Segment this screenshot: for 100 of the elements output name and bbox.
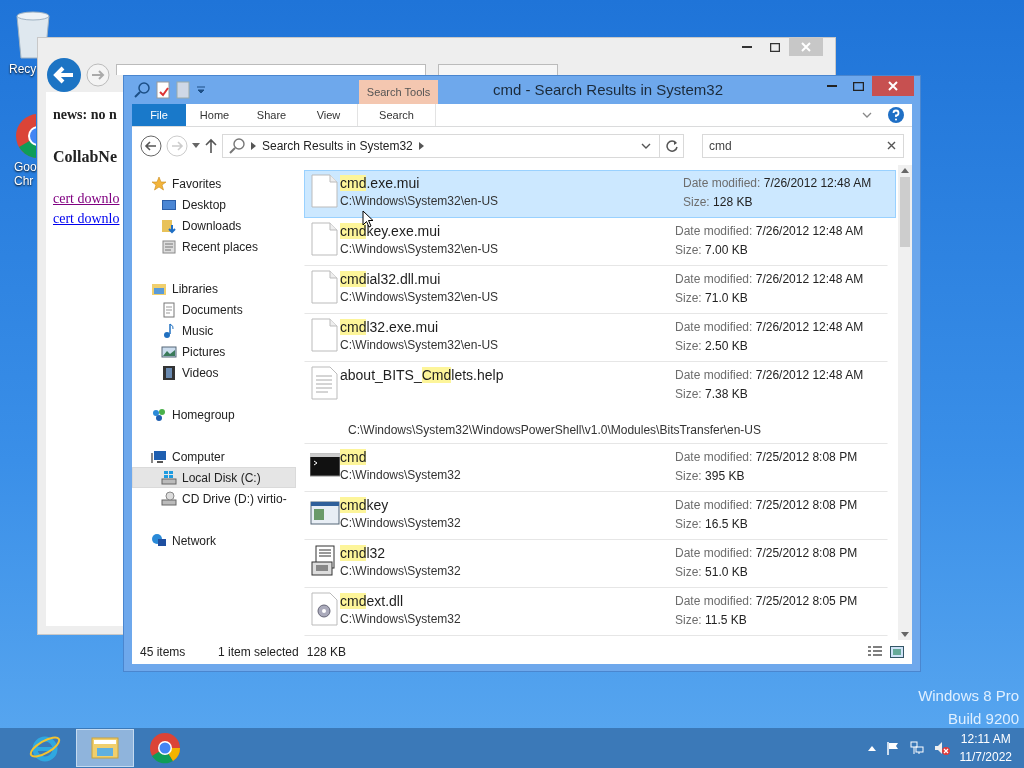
ribbon-tab[interactable]: Home [186,104,243,126]
ribbon-tab[interactable]: Search [357,104,436,126]
network-icon[interactable] [909,741,924,755]
nav-item[interactable]: Favorites [132,173,296,194]
speaker-icon[interactable] [933,741,950,755]
meta-label: Size: [683,195,710,209]
dropdown-icon[interactable] [641,143,651,149]
ribbon-tab[interactable]: View [300,104,357,126]
meta-label: Date modified: [675,498,753,512]
help-icon[interactable] [888,107,904,123]
back-icon[interactable] [46,57,82,93]
date-value: 7/25/2012 8:05 PM [755,594,858,608]
date-value: 7/26/2012 12:48 AM [755,320,864,334]
clock-time[interactable]: 12:11 AM [959,730,1012,748]
back-icon[interactable] [140,135,162,157]
flag-icon[interactable] [885,741,900,755]
file-path: C:\Windows\System32\en-US [340,337,500,354]
dropdown-icon[interactable] [196,85,206,95]
taskbar-button[interactable] [76,729,134,767]
nav-item[interactable]: Libraries [132,278,296,299]
headline: news: no n [53,106,117,124]
ribbon-tab[interactable]: Share [243,104,300,126]
cd-drive-icon [161,490,177,507]
result-item[interactable]: cmdl32 C:\Windows\System32 Date modified: 7/25/2012 8:08 PM Size: 51.0 KB [304,540,888,588]
item-count: 45 items [140,644,187,661]
maximize-icon [770,42,780,52]
meta-label: Date modified: [683,176,761,190]
close-button[interactable] [872,76,914,96]
minimize-icon [826,85,837,87]
expand-ribbon-icon[interactable] [862,112,872,118]
search-icon[interactable] [134,82,150,98]
search-field[interactable]: cmd [702,134,904,158]
minimize-icon [742,46,752,48]
meta-label: Size: [675,387,702,401]
size-value: 128 KB [713,195,753,209]
address-field[interactable] [116,64,426,75]
icon-label: Goo [14,160,37,174]
result-item[interactable]: about_BITS_Cmdlets.help Date modified: 7/26/2012 12:48 AM Size: 7.38 KB C:\Windows\System32\WindowsPowerShell\v1.0\Modules\BitsTransfer\en-US [304,362,888,444]
homegroup-icon [151,406,167,423]
selection-size: 128 KB [306,644,347,661]
meta-label: Size: [675,469,702,483]
result-item[interactable]: cmdl32.exe.mui C:\Windows\System32\en-US Date modified: 7/26/2012 12:48 AM Size: 2.50 KB [304,314,888,362]
nav-item[interactable]: Pictures [132,341,296,362]
tiles-view-icon[interactable] [890,646,904,658]
file-name: cmdkey.exe.mui [340,222,442,241]
breadcrumb[interactable]: Search Results in System32 [262,137,413,155]
nav-item[interactable]: Videos [132,362,296,383]
meta-label: Date modified: [675,546,753,560]
meta-label: Date modified: [675,272,753,286]
link[interactable]: cert downlo [53,189,120,209]
size-value: 2.50 KB [705,339,748,353]
file-icon [310,270,340,304]
scroll-up-icon[interactable] [901,168,909,173]
nav-item[interactable]: CD Drive (D:) virtio- [132,488,296,509]
details-view-icon[interactable] [868,646,882,658]
scroll-down-icon[interactable] [901,632,909,637]
properties-icon[interactable] [156,81,170,99]
nav-item[interactable]: Recent places [132,236,296,257]
file-name: cmdl32 [340,544,387,563]
result-item[interactable]: cmdkey.exe.mui C:\Windows\System32\en-US Date modified: 7/26/2012 12:48 AM Size: 7.00 KB [304,218,888,266]
result-item[interactable]: cmd.exe.mui C:\Windows\System32\en-US Date modified: 7/26/2012 12:48 AM Size: 128 KB [304,170,896,218]
file-name: cmdkey [340,496,390,515]
close-icon[interactable] [887,141,896,150]
nav-item[interactable]: Network [132,530,296,551]
chevron-icon [251,142,256,150]
file-name: cmdial32.dll.mui [340,270,442,289]
address-bar[interactable]: Search Results in System32 [222,134,684,158]
file-name: cmdl32.exe.mui [340,318,440,337]
nav-item[interactable]: Documents [132,299,296,320]
result-item[interactable]: cmdext.dll C:\Windows\System32 Date modified: 7/25/2012 8:05 PM Size: 11.5 KB [304,588,888,636]
nav-item[interactable]: Music [132,320,296,341]
close-icon [801,42,811,52]
result-item[interactable]: cmdkey C:\Windows\System32 Date modified: 7/25/2012 8:08 PM Size: 16.5 KB [304,492,888,540]
edition-text: Build 9200 [947,709,1019,729]
refresh-icon[interactable] [665,140,678,152]
nav-item[interactable]: Homegroup [132,404,296,425]
scroll-thumb[interactable] [900,177,910,247]
clock-date[interactable]: 11/7/2022 [959,748,1012,766]
document-icon [161,238,177,255]
link[interactable]: cert downlo [53,209,120,229]
file-path: C:\Windows\System32\en-US [340,241,500,258]
file-path: C:\Windows\System32\en-US [340,289,500,306]
file-icon [310,222,340,256]
nav-item[interactable]: Local Disk (C:) [132,467,296,488]
meta-label: Date modified: [675,594,753,608]
recent-locations-icon[interactable] [192,143,200,149]
file-menu-button[interactable]: File [132,104,186,126]
nav-item[interactable]: Computer [132,446,296,467]
scrollbar[interactable] [898,165,912,640]
nav-item[interactable]: Desktop [132,194,296,215]
result-item[interactable]: cmd C:\Windows\System32 Date modified: 7/25/2012 8:08 PM Size: 395 KB [304,444,888,492]
result-item[interactable]: cmdial32.dll.mui C:\Windows\System32\en-US Date modified: 7/26/2012 12:48 AM Size: 71.0 KB [304,266,888,314]
nav-item[interactable]: Downloads [132,215,296,236]
up-icon[interactable] [204,138,218,154]
show-hidden-icons-icon[interactable] [867,745,876,751]
meta-label: Size: [675,613,702,627]
date-value: 7/26/2012 12:48 AM [755,368,864,382]
size-value: 71.0 KB [705,291,748,305]
page-title: CollabNe [53,147,117,167]
size-value: 11.5 KB [705,613,747,627]
